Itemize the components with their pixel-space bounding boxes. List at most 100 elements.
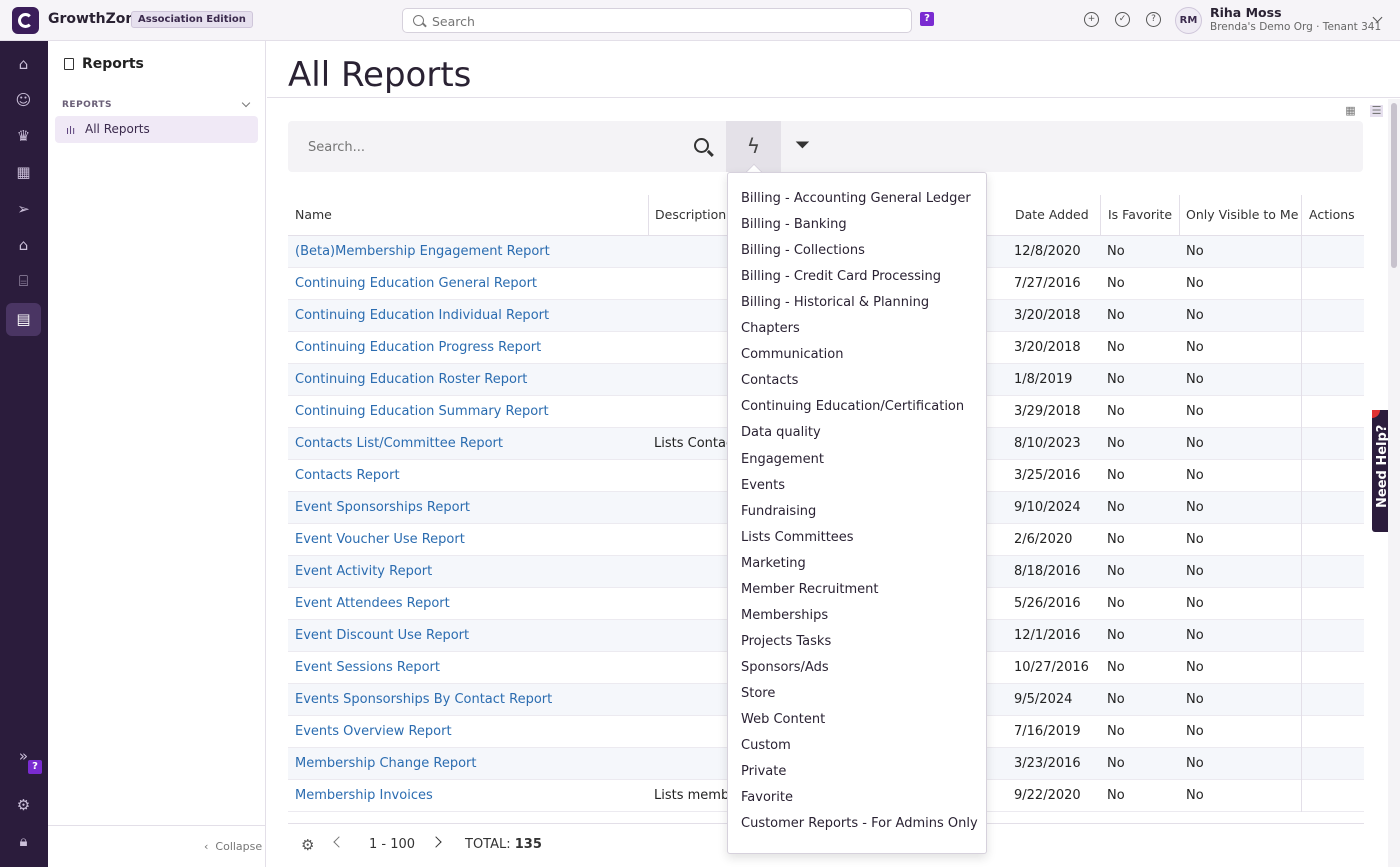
nav-rail: ⌂ ☺ ♛ ▦ ➢ ⌂ ⌸ ▤ » ? ⚙ 🔒︎ [0,41,48,867]
report-search-input[interactable] [308,137,668,157]
dropdown-item[interactable]: Web Content [741,712,825,727]
dropdown-item[interactable]: Fundraising [741,504,816,519]
dropdown-item[interactable]: Events [741,478,785,493]
report-only-visible: No [1186,372,1204,387]
dropdown-item[interactable]: Billing - Accounting General Ledger [741,191,971,206]
report-name-link[interactable]: Event Discount Use Report [295,628,469,643]
dropdown-item[interactable]: Engagement [741,452,824,467]
filter-icon[interactable]: ⏷ [795,134,810,156]
chevron-down-icon[interactable] [241,98,251,108]
report-name-link[interactable]: Event Voucher Use Report [295,532,465,547]
user-name[interactable]: Riha Moss [1210,5,1282,20]
report-name-link[interactable]: Contacts List/Committee Report [295,436,503,451]
send-icon[interactable]: ➢ [6,193,41,226]
person-icon[interactable]: ☺ [6,84,41,117]
collapse-button[interactable]: ‹ Collapse [204,840,262,853]
avatar[interactable]: RM [1175,7,1202,34]
dropdown-item[interactable]: Memberships [741,608,828,623]
add-icon[interactable]: + [1084,12,1099,27]
report-name-link[interactable]: Event Activity Report [295,564,432,579]
col-name[interactable]: Name [295,207,332,222]
dropdown-item[interactable]: Billing - Collections [741,243,865,258]
global-search-input[interactable] [432,12,902,30]
sidebar-section-header[interactable]: REPORTS [62,100,112,110]
report-date-added: 8/18/2016 [1014,564,1081,579]
dropdown-item[interactable]: Customer Reports - For Admins Only [741,816,978,831]
search-icon [413,15,424,26]
report-is-favorite: No [1107,276,1125,291]
report-name-link[interactable]: (Beta)Membership Engagement Report [295,244,550,259]
dropdown-item[interactable]: Lists Committees [741,530,854,545]
dropdown-item[interactable]: Store [741,686,775,701]
list-view-icon[interactable]: ☰ [1370,105,1383,117]
help-badge-rail[interactable]: ? [28,760,42,774]
help-badge[interactable]: ? [920,12,934,26]
grid-view-icon[interactable]: ▦ [1344,105,1357,117]
report-name-link[interactable]: Event Sponsorships Report [295,500,470,515]
dropdown-item[interactable]: Billing - Historical & Planning [741,295,929,310]
col-date-added[interactable]: Date Added [1015,207,1089,222]
report-only-visible: No [1186,596,1204,611]
report-name-link[interactable]: Continuing Education General Report [295,276,537,291]
dropdown-item[interactable]: Continuing Education/Certification [741,399,964,414]
report-date-added: 3/20/2018 [1014,340,1081,355]
report-is-favorite: No [1107,756,1125,771]
dropdown-item[interactable]: Chapters [741,321,800,336]
report-name-link[interactable]: Contacts Report [295,468,400,483]
bank-icon[interactable]: ⌸ [6,265,41,298]
gear-icon[interactable]: ⚙ [301,836,314,854]
prev-page-button[interactable] [333,836,345,848]
global-search[interactable] [402,8,912,33]
scrollbar-thumb[interactable] [1391,103,1397,268]
crown-icon[interactable]: ♛ [6,120,41,153]
report-name-link[interactable]: Continuing Education Summary Report [295,404,549,419]
report-only-visible: No [1186,788,1204,803]
col-actions: Actions [1309,207,1355,222]
report-name-link[interactable]: Events Sponsorships By Contact Report [295,692,552,707]
top-bar: GrowthZone Association Edition ? + ✓ ? R… [0,0,1400,41]
calendar-icon[interactable]: ▦ [6,156,41,189]
report-is-favorite: No [1107,532,1125,547]
dropdown-item[interactable]: Private [741,764,786,779]
report-date-added: 9/10/2024 [1014,500,1081,515]
report-date-added: 7/27/2016 [1014,276,1081,291]
report-name-link[interactable]: Events Overview Report [295,724,452,739]
report-name-link[interactable]: Continuing Education Individual Report [295,308,549,323]
dropdown-item[interactable]: Contacts [741,373,798,388]
report-name-link[interactable]: Event Sessions Report [295,660,440,675]
dropdown-item[interactable]: Custom [741,738,791,753]
dropdown-item[interactable]: Favorite [741,790,793,805]
store-icon[interactable]: ⌂ [6,229,41,262]
gear-icon[interactable]: ⚙ [6,789,41,822]
report-name-link[interactable]: Membership Change Report [295,756,476,771]
help-circle-icon[interactable]: ? [1146,12,1161,27]
check-circle-icon[interactable]: ✓ [1115,12,1130,27]
report-name-link[interactable]: Continuing Education Roster Report [295,372,527,387]
search-icon[interactable] [694,138,709,153]
dropdown-item[interactable]: Billing - Credit Card Processing [741,269,941,284]
report-date-added: 3/25/2016 [1014,468,1081,483]
dropdown-item[interactable]: Marketing [741,556,806,571]
lock-icon[interactable]: 🔒︎ [6,825,41,858]
col-only-visible[interactable]: Only Visible to Me [1186,207,1298,222]
report-date-added: 3/23/2016 [1014,756,1081,771]
report-is-favorite: No [1107,468,1125,483]
dropdown-item[interactable]: Data quality [741,425,821,440]
dropdown-item[interactable]: Communication [741,347,843,362]
dropdown-item[interactable]: Projects Tasks [741,634,831,649]
dropdown-item[interactable]: Billing - Banking [741,217,847,232]
dropdown-item[interactable]: Sponsors/Ads [741,660,829,675]
col-description[interactable]: Description [655,207,726,222]
home-icon[interactable]: ⌂ [6,48,41,81]
growthzone-logo[interactable] [12,7,39,34]
scrollbar[interactable] [1388,99,1400,867]
report-is-favorite: No [1107,244,1125,259]
report-name-link[interactable]: Event Attendees Report [295,596,450,611]
next-page-button[interactable] [430,836,442,848]
dropdown-item[interactable]: Member Recruitment [741,582,879,597]
sidebar-item-all-reports[interactable]: ılı All Reports [55,116,258,143]
reports-icon[interactable]: ▤ [6,303,41,336]
col-is-favorite[interactable]: Is Favorite [1108,207,1172,222]
report-name-link[interactable]: Continuing Education Progress Report [295,340,541,355]
report-name-link[interactable]: Membership Invoices [295,788,433,803]
